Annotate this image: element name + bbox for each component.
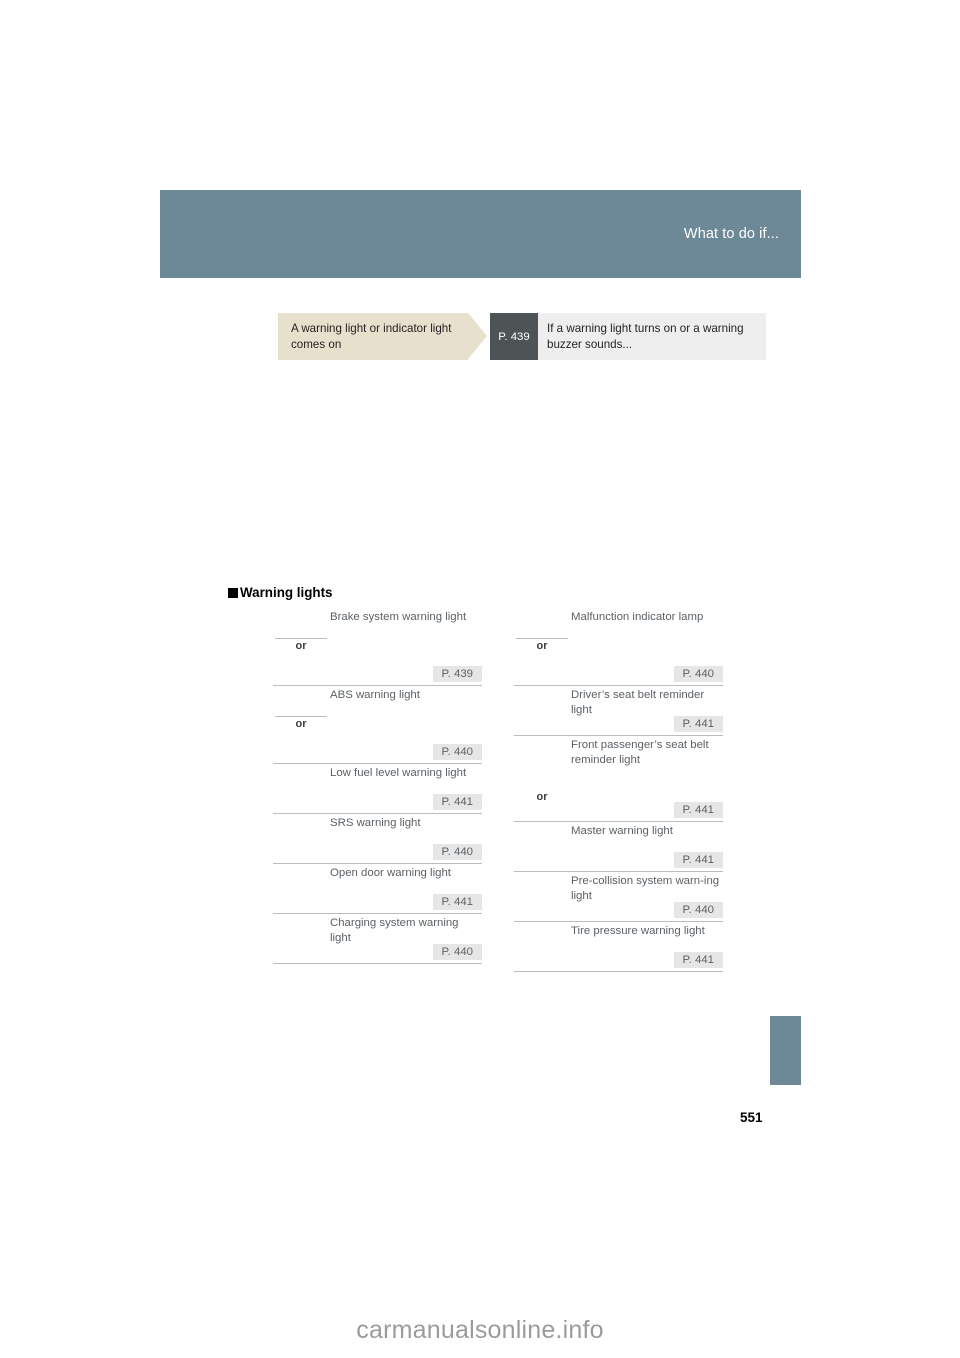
square-bullet-icon [228, 587, 238, 598]
warning-light-name: Front passenger’s seat belt reminder lig… [571, 739, 709, 766]
or-separator: or [275, 716, 327, 730]
warning-light-name: Driver’s seat belt reminder light [571, 689, 705, 716]
warning-light-row: Master warning light P. 441 [514, 822, 723, 872]
warning-light-name: Charging system warning light [330, 917, 459, 944]
warning-light-symbol-group: or [514, 736, 571, 821]
section-heading: Warning lights [228, 585, 333, 600]
warning-light-row: or Brake system warning light P. 439 [273, 608, 482, 686]
page-reference-chip[interactable]: P. 441 [432, 894, 482, 910]
page-reference-chip[interactable]: P. 441 [673, 802, 723, 818]
page-reference-chip[interactable]: P. 440 [673, 666, 723, 682]
warning-light-symbol-group [273, 864, 330, 913]
symptom-flow-strip: A warning light or indicator light comes… [250, 313, 766, 360]
warning-light-name: Malfunction indicator lamp [571, 611, 704, 623]
warning-light-name: Master warning light [571, 825, 673, 837]
page-reference-chip[interactable]: P. 440 [432, 844, 482, 860]
warning-light-symbol-group [514, 872, 571, 921]
warning-light-symbol-group [273, 914, 330, 963]
warning-light-symbol-group: or [273, 608, 330, 685]
page-reference-chip[interactable]: P. 441 [432, 794, 482, 810]
warning-light-row: Pre-collision system warn-ing light P. 44… [514, 872, 723, 922]
flow-symptom-box: A warning light or indicator light comes… [278, 313, 487, 360]
flow-action-label: If a warning light turns on or a warning… [547, 322, 744, 351]
warning-light-row: Tire pressure warning light P. 441 [514, 922, 723, 972]
warning-light-name: Low fuel level warning light [330, 767, 467, 779]
warning-light-row: Open door warning light P. 441 [273, 864, 482, 914]
chapter-header-band: What to do if... [160, 190, 801, 278]
warning-light-row: or ABS warning light P. 440 [273, 686, 482, 764]
source-watermark: carmanualsonline.info [356, 1316, 604, 1344]
chapter-title: What to do if... [683, 226, 779, 242]
flow-symptom-label: A warning light or indicator light comes… [291, 322, 452, 351]
flow-page-reference-button[interactable]: P. 439 [490, 313, 538, 360]
warning-lights-table: or Brake system warning light P. 439 or ABS … [273, 608, 724, 972]
or-separator: or [516, 638, 568, 652]
warning-light-symbol-group [514, 686, 571, 735]
page-reference-chip[interactable]: P. 441 [673, 952, 723, 968]
page-reference-chip[interactable]: P. 440 [432, 944, 482, 960]
page-reference-chip[interactable]: P. 440 [432, 744, 482, 760]
or-separator: or [275, 638, 327, 652]
flow-leading-gap [250, 313, 278, 360]
warning-light-name: Brake system warning light [330, 611, 467, 623]
page-reference-chip[interactable]: P. 440 [673, 902, 723, 918]
warning-light-symbol-group: or [273, 686, 330, 763]
chapter-side-tab [770, 1016, 801, 1085]
warning-light-symbol-group [273, 764, 330, 813]
page-reference-chip[interactable]: P. 439 [432, 666, 482, 682]
warning-light-row: or Malfunction indicator lamp P. 440 [514, 608, 723, 686]
or-separator: or [536, 791, 548, 803]
warning-lights-column-right: or Malfunction indicator lamp P. 440 Driver… [514, 608, 723, 972]
warning-light-row: or Front passenger’s seat belt reminder l… [514, 736, 723, 822]
warning-light-row: Low fuel level warning light P. 441 [273, 764, 482, 814]
warning-light-symbol-group: or [514, 608, 571, 685]
page-number: 551 [740, 1110, 763, 1125]
warning-light-row: SRS warning light P. 440 [273, 814, 482, 864]
flow-action-box: If a warning light turns on or a warning… [538, 313, 766, 360]
warning-light-row: Charging system warning light P. 440 [273, 914, 482, 964]
warning-light-symbol-group [514, 822, 571, 871]
warning-light-name: SRS warning light [330, 817, 421, 829]
warning-light-name: Pre-collision system warn-ing light [571, 875, 720, 902]
warning-light-name: ABS warning light [330, 689, 420, 701]
warning-light-symbol-group [514, 922, 571, 971]
section-heading-label: Warning lights [240, 585, 333, 600]
page-reference-chip[interactable]: P. 441 [673, 716, 723, 732]
warning-lights-column-left: or Brake system warning light P. 439 or ABS … [273, 608, 482, 972]
flow-page-reference-label: P. 439 [498, 330, 530, 343]
warning-light-name: Tire pressure warning light [571, 925, 705, 937]
warning-light-row: Driver’s seat belt reminder light P. 441 [514, 686, 723, 736]
warning-light-name: Open door warning light [330, 867, 451, 879]
warning-light-symbol-group [273, 814, 330, 863]
page-reference-chip[interactable]: P. 441 [673, 852, 723, 868]
